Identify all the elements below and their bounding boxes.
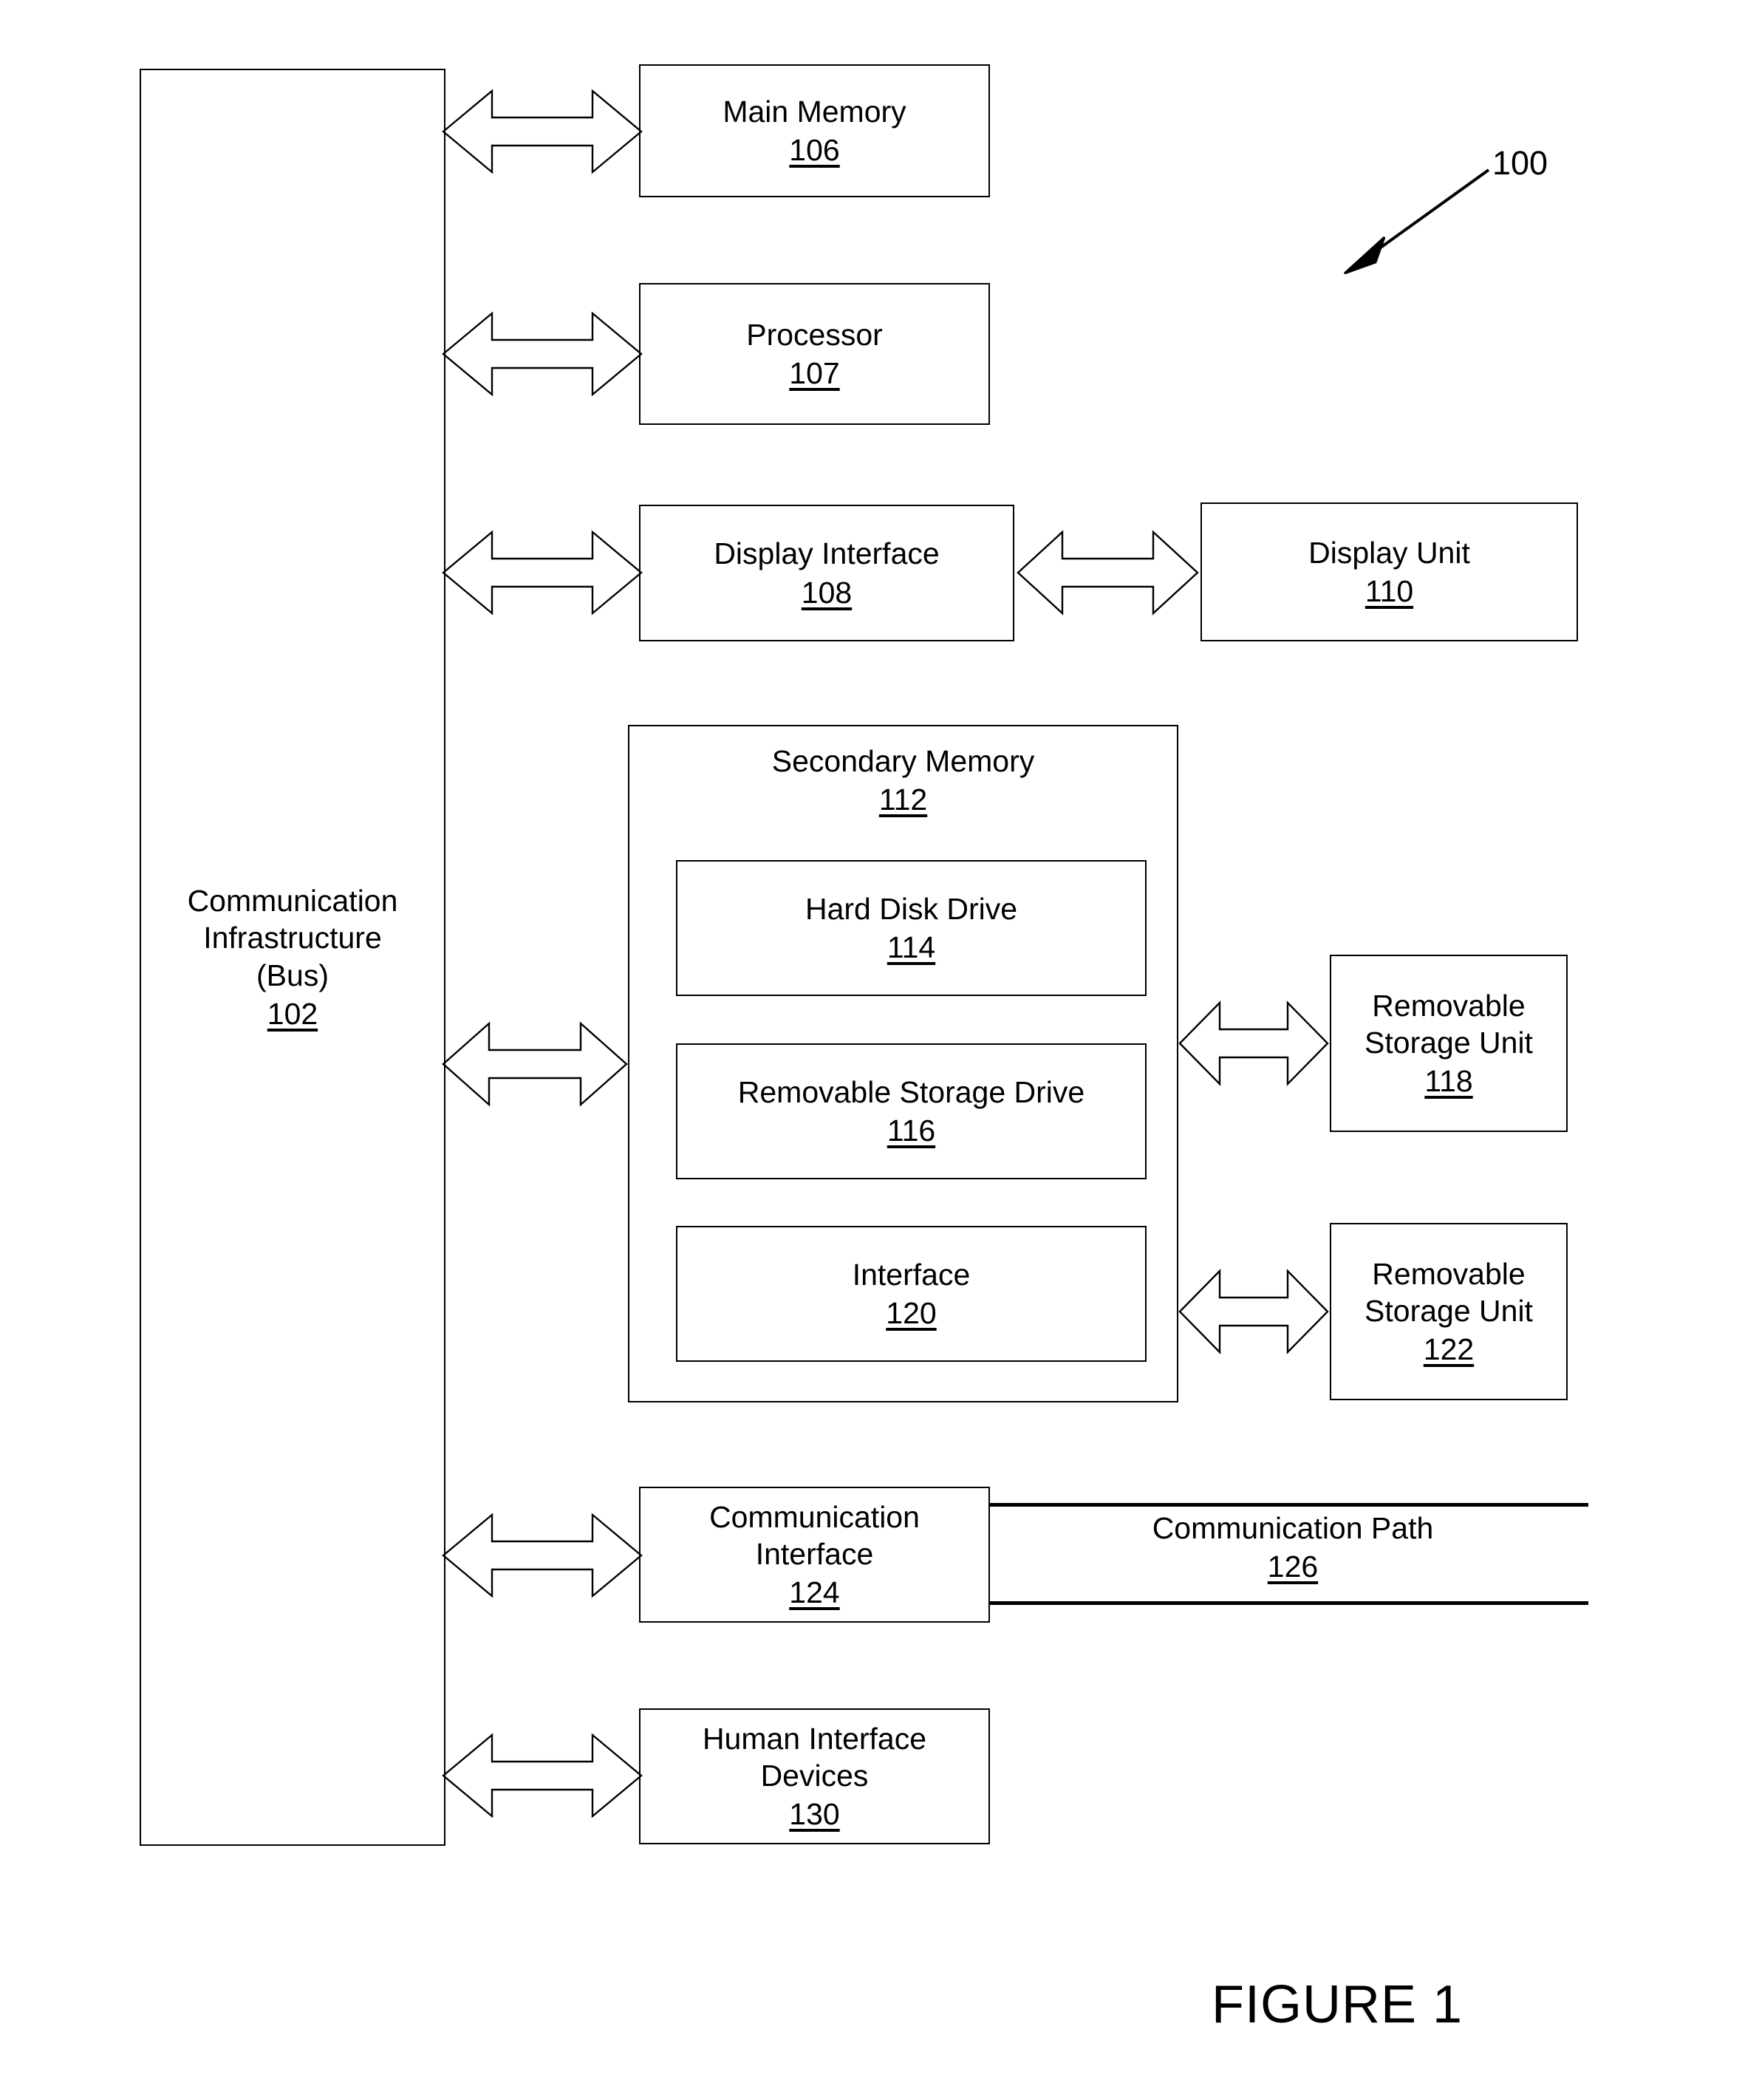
block-processor: Processor 107	[639, 283, 990, 425]
arrow-bus-to-secondary-memory	[442, 1021, 628, 1107]
arrow-bus-to-human-interface-devices	[442, 1733, 643, 1818]
interface-label: Interface	[852, 1257, 971, 1292]
communication-path-reference-number: 126	[1267, 1550, 1319, 1584]
interface-reference-number: 120	[886, 1296, 937, 1330]
communication-path-bottom-line	[990, 1601, 1588, 1605]
bus-label: Communication Infrastructure (Bus)	[187, 884, 398, 992]
block-communication-infrastructure-bus: Communication Infrastructure (Bus) 102	[140, 69, 445, 1846]
removable-storage-unit-118-reference-number: 118	[1424, 1064, 1473, 1098]
secondary-memory-label: Secondary Memory	[771, 744, 1035, 778]
patent-figure-1: Communication Infrastructure (Bus) 102 M…	[0, 0, 1742, 2100]
removable-storage-unit-118-label: Removable Storage Unit	[1364, 988, 1533, 1060]
arrow-interface-to-unit-122	[1178, 1269, 1329, 1354]
communication-path-annotation: Communication Path 126	[1012, 1510, 1574, 1585]
arrow-bus-to-display-interface	[442, 530, 643, 616]
removable-storage-drive-reference-number: 116	[887, 1114, 936, 1148]
arrow-display-interface-to-display-unit	[1017, 530, 1199, 616]
display-interface-label: Display Interface	[714, 536, 940, 571]
display-unit-reference-number: 110	[1364, 574, 1414, 608]
removable-storage-unit-122-label: Removable Storage Unit	[1364, 1256, 1533, 1328]
processor-label: Processor	[746, 317, 883, 352]
block-secondary-memory: Secondary Memory 112 Hard Disk Drive 114…	[628, 725, 1178, 1402]
removable-storage-drive-label: Removable Storage Drive	[737, 1074, 1085, 1109]
hard-disk-drive-label: Hard Disk Drive	[805, 891, 1018, 926]
display-interface-reference-number: 108	[801, 575, 853, 610]
figure-caption: FIGURE 1	[1212, 1975, 1463, 2034]
secondary-memory-reference-number: 112	[878, 783, 928, 817]
block-interface: Interface 120	[676, 1226, 1147, 1362]
main-memory-reference-number: 106	[789, 133, 840, 167]
block-display-unit: Display Unit 110	[1200, 502, 1578, 641]
human-interface-devices-label: Human Interface Devices	[702, 1721, 927, 1793]
display-unit-label: Display Unit	[1308, 535, 1470, 570]
communication-path-top-line	[990, 1503, 1588, 1507]
block-removable-storage-unit-118: Removable Storage Unit 118	[1330, 955, 1568, 1132]
main-memory-label: Main Memory	[723, 94, 906, 129]
block-display-interface: Display Interface 108	[639, 505, 1014, 641]
removable-storage-unit-122-reference-number: 122	[1423, 1332, 1475, 1366]
system-reference-number: 100	[1492, 144, 1548, 182]
arrow-bus-to-main-memory	[442, 89, 643, 174]
block-removable-storage-unit-122: Removable Storage Unit 122	[1330, 1223, 1568, 1400]
human-interface-devices-reference-number: 130	[789, 1797, 840, 1831]
communication-path-label: Communication Path	[1152, 1511, 1434, 1545]
block-main-memory: Main Memory 106	[639, 64, 990, 197]
arrow-bus-to-communication-interface	[442, 1513, 643, 1598]
arrow-bus-to-processor	[442, 311, 643, 397]
bus-reference-number: 102	[267, 996, 318, 1031]
communication-interface-label: Communication Interface	[709, 1499, 920, 1571]
arrow-removable-storage-drive-to-unit-118	[1178, 1000, 1329, 1086]
system-100-leader-arrow-icon	[1337, 166, 1492, 277]
block-human-interface-devices: Human Interface Devices 130	[639, 1708, 990, 1844]
block-hard-disk-drive: Hard Disk Drive 114	[676, 860, 1147, 996]
hard-disk-drive-reference-number: 114	[887, 930, 936, 964]
communication-interface-reference-number: 124	[789, 1575, 840, 1609]
block-communication-interface: Communication Interface 124	[639, 1487, 990, 1623]
processor-reference-number: 107	[789, 356, 840, 390]
block-removable-storage-drive: Removable Storage Drive 116	[676, 1043, 1147, 1179]
